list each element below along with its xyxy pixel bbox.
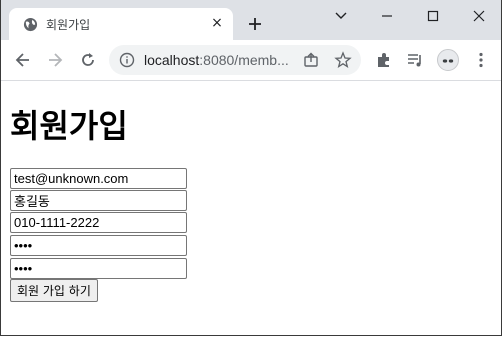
forward-arrow-icon[interactable] bbox=[45, 50, 65, 70]
tab-active[interactable]: 회원가입 × bbox=[9, 8, 233, 40]
page-content: 회원가입 회원 가입 하기 bbox=[1, 81, 501, 335]
browser-window: 회원가입 × localhost:8080/memb... 회원가입 test@… bbox=[0, 0, 502, 336]
url-path: :8080/memb... bbox=[199, 52, 289, 68]
tab-strip: 회원가입 × bbox=[1, 0, 501, 40]
kebab-menu-icon[interactable] bbox=[471, 50, 491, 70]
back-arrow-icon[interactable] bbox=[13, 50, 33, 70]
address-bar[interactable]: localhost:8080/memb... bbox=[109, 45, 361, 75]
page-title: 회원가입 bbox=[10, 107, 128, 145]
password-field[interactable] bbox=[10, 235, 187, 256]
profile-face-icon bbox=[442, 59, 454, 63]
tab-title: 회원가입 bbox=[46, 18, 91, 32]
minimize-icon[interactable] bbox=[377, 6, 397, 26]
url-text[interactable]: localhost:8080/memb... bbox=[144, 52, 289, 68]
info-icon[interactable] bbox=[119, 52, 135, 68]
plus-icon[interactable] bbox=[245, 14, 265, 34]
globe-icon bbox=[23, 17, 38, 32]
email-field[interactable] bbox=[10, 168, 187, 189]
tab-close-icon[interactable]: × bbox=[209, 15, 225, 31]
star-icon[interactable] bbox=[334, 51, 352, 69]
signup-button[interactable]: 회원 가입 하기 bbox=[10, 279, 98, 302]
url-host: localhost bbox=[144, 52, 200, 68]
maximize-icon[interactable] bbox=[423, 6, 443, 26]
close-icon[interactable] bbox=[469, 6, 489, 26]
reload-icon[interactable] bbox=[78, 50, 98, 70]
browser-toolbar: localhost:8080/memb... bbox=[1, 40, 501, 81]
reading-list-icon[interactable] bbox=[405, 50, 425, 70]
chevron-down-icon[interactable] bbox=[331, 6, 351, 26]
name-field[interactable] bbox=[10, 190, 187, 211]
password-confirm-field[interactable] bbox=[10, 258, 187, 279]
puzzle-icon[interactable] bbox=[374, 50, 394, 70]
phone-field[interactable] bbox=[10, 212, 187, 233]
avatar-icon[interactable] bbox=[437, 49, 459, 71]
share-icon[interactable] bbox=[302, 51, 320, 69]
